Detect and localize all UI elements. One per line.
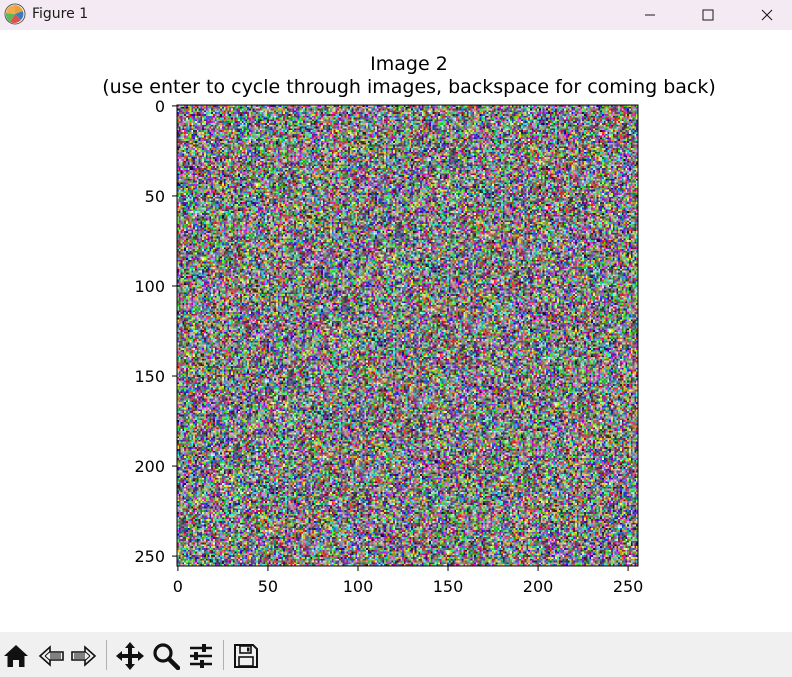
image-axes: 0 50 100 150 200 250 0 50 100 150 200 250 <box>134 97 644 596</box>
configure-subplots-button[interactable] <box>185 640 217 672</box>
pan-button[interactable] <box>114 640 146 672</box>
move-arrows-icon <box>116 642 144 670</box>
toolbar-separator <box>106 640 107 670</box>
floppy-disk-icon <box>234 644 258 668</box>
x-tick-label: 150 <box>433 577 464 596</box>
x-tick-label: 100 <box>343 577 374 596</box>
sliders-icon <box>190 644 212 668</box>
y-tick-label: 200 <box>134 457 165 476</box>
y-tick-label: 250 <box>134 547 165 566</box>
y-tick-label: 0 <box>155 97 165 116</box>
home-button[interactable] <box>0 640 32 672</box>
y-tick-label: 100 <box>134 277 165 296</box>
magnifier-icon <box>153 643 180 670</box>
x-tick-label: 0 <box>173 577 183 596</box>
forward-button[interactable] <box>68 640 100 672</box>
y-tick-label: 50 <box>145 187 165 206</box>
zoom-button[interactable] <box>150 640 182 672</box>
home-icon <box>4 645 28 667</box>
toolbar-separator <box>223 640 224 670</box>
navigation-toolbar <box>0 632 792 677</box>
y-tick-label: 150 <box>134 367 165 386</box>
x-tick-label: 50 <box>258 577 278 596</box>
back-button[interactable] <box>35 640 67 672</box>
noise-image <box>177 105 638 566</box>
x-tick-label: 200 <box>523 577 554 596</box>
save-button[interactable] <box>230 640 262 672</box>
x-tick-label: 250 <box>613 577 644 596</box>
back-arrow-icon <box>38 645 64 667</box>
forward-arrow-icon <box>71 645 97 667</box>
